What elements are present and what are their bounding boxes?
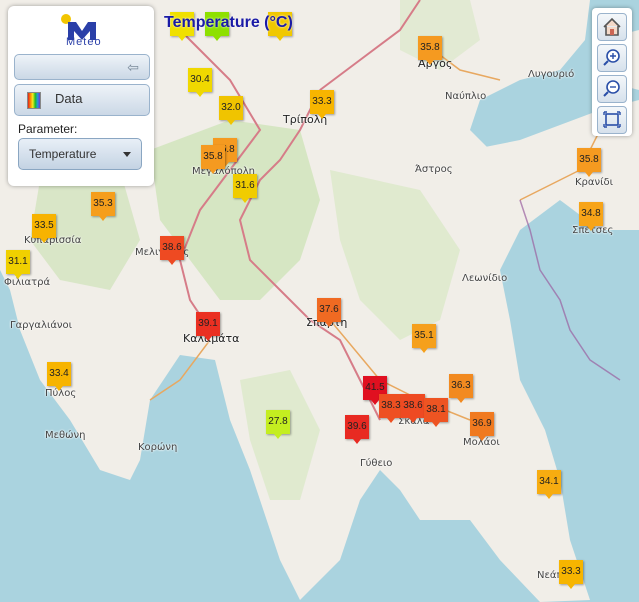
place-gytheio: Γύθειο: [360, 458, 393, 469]
control-panel: Meteo ⇦ Data Parameter: Temperature: [8, 6, 154, 186]
temp-marker[interactable]: 34.8: [579, 202, 603, 231]
place-gargalianoi: Γαργαλιάνοι: [10, 320, 73, 331]
temp-marker[interactable]: 31.6: [233, 174, 257, 203]
temp-marker[interactable]: 38.6: [160, 236, 184, 265]
chevron-down-icon: [123, 152, 131, 157]
map-toolbar: [592, 8, 632, 136]
place-nafplio: Ναύπλιο: [445, 91, 487, 102]
place-astros: Άστρος: [415, 164, 453, 175]
temp-marker[interactable]: 39.1: [196, 312, 220, 341]
temp-marker[interactable]: 35.8: [577, 148, 601, 177]
temp-marker[interactable]: 33.3: [559, 560, 583, 589]
data-button-label: Data: [55, 91, 83, 106]
fullscreen-icon: [603, 111, 621, 128]
temp-marker[interactable]: 35.8: [418, 36, 442, 65]
parameter-select-value: Temperature: [29, 147, 97, 161]
zoom-out-icon: [603, 80, 620, 97]
temp-marker[interactable]: 38.3: [379, 394, 403, 423]
temp-marker[interactable]: 36.3: [449, 374, 473, 403]
temp-marker[interactable]: 36.9: [470, 412, 494, 441]
place-koroni: Κορώνη: [138, 442, 178, 453]
temp-marker[interactable]: 35.8: [201, 145, 225, 174]
home-button[interactable]: [597, 13, 627, 41]
temp-marker[interactable]: 33.4: [47, 362, 71, 391]
temp-marker[interactable]: 30.4: [188, 68, 212, 97]
temp-marker[interactable]: 27.8: [266, 410, 290, 439]
temp-marker[interactable]: 37.6: [317, 298, 341, 327]
temp-marker[interactable]: 38.1: [424, 398, 448, 427]
place-methoni: Μεθώνη: [45, 430, 86, 441]
map-title: Temperature (°C): [164, 14, 293, 31]
color-scale-icon: [27, 92, 41, 109]
home-icon: [603, 17, 621, 36]
temp-marker[interactable]: 34.1: [537, 470, 561, 499]
parameter-select[interactable]: Temperature: [18, 138, 142, 170]
temp-marker[interactable]: 31.1: [6, 250, 30, 279]
zoom-in-button[interactable]: [597, 44, 627, 72]
temp-marker[interactable]: 35.1: [412, 324, 436, 353]
temp-marker[interactable]: 35.3: [91, 192, 115, 221]
temp-marker[interactable]: 33.5: [32, 214, 56, 243]
arrow-left-icon: ⇦: [127, 59, 139, 75]
fullscreen-button[interactable]: [597, 106, 627, 134]
temp-marker[interactable]: 38.6: [401, 394, 425, 423]
temp-marker[interactable]: 33.3: [310, 90, 334, 119]
place-lygourio: Λυγουριό: [528, 69, 575, 80]
parameter-label: Parameter:: [18, 122, 78, 136]
zoom-in-icon: [603, 49, 620, 66]
zoom-out-button[interactable]: [597, 75, 627, 103]
data-button[interactable]: Data: [14, 84, 150, 116]
temp-marker[interactable]: 39.6: [345, 415, 369, 444]
back-button[interactable]: ⇦: [14, 54, 150, 80]
place-kranidi: Κρανίδι: [575, 177, 613, 188]
logo-text: Meteo: [66, 36, 102, 48]
place-filiatra: Φιλιατρά: [4, 277, 51, 288]
place-leonidio: Λεωνίδιο: [462, 273, 508, 284]
temp-marker[interactable]: 32.0: [219, 96, 243, 125]
